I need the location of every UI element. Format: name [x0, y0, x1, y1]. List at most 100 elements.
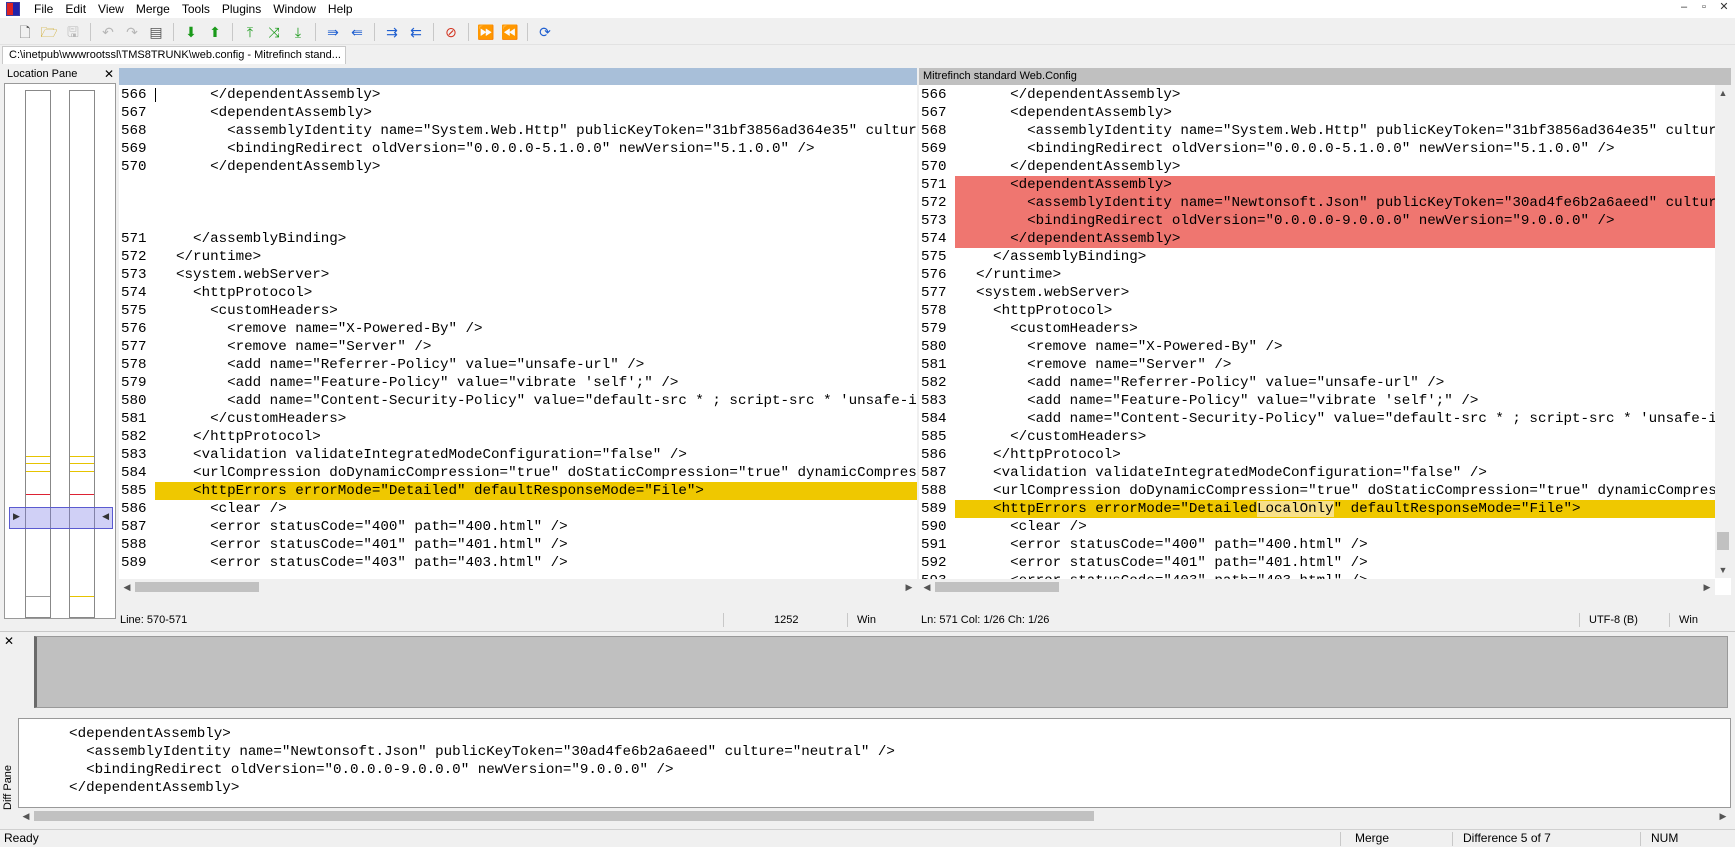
left-code-line[interactable]: 573 <system.webServer>	[119, 266, 917, 284]
right-code-line[interactable]: 566 </dependentAssembly>	[919, 86, 1715, 104]
menu-file[interactable]: File	[28, 0, 59, 18]
right-code-line[interactable]: 567 <dependentAssembly>	[919, 104, 1715, 122]
left-code-line[interactable]	[119, 194, 917, 212]
right-code-line[interactable]: 588 <urlCompression doDynamicCompression…	[919, 482, 1715, 500]
right-code-line[interactable]: 578 <httpProtocol>	[919, 302, 1715, 320]
left-code-line[interactable]: 578 <add name="Referrer-Policy" value="u…	[119, 356, 917, 374]
left-code-line[interactable]: 585 <httpErrors errorMode="Detailed" def…	[119, 482, 917, 500]
first-diff-icon[interactable]: ⤒	[239, 21, 261, 43]
right-code-line[interactable]: 591 <error statusCode="400" path="400.ht…	[919, 536, 1715, 554]
left-code-line[interactable]	[119, 176, 917, 194]
right-horizontal-scrollbar[interactable]: ◀ ▶	[919, 579, 1715, 595]
right-code-line[interactable]: 577 <system.webServer>	[919, 284, 1715, 302]
right-code-line[interactable]: 575 </assemblyBinding>	[919, 248, 1715, 266]
right-code-line[interactable]: 576 </runtime>	[919, 266, 1715, 284]
left-code-line[interactable]: 566 </dependentAssembly>	[119, 86, 917, 104]
left-code-line[interactable]: 568 <assemblyIdentity name="System.Web.H…	[119, 122, 917, 140]
right-code-line[interactable]: 583 <add name="Feature-Policy" value="vi…	[919, 392, 1715, 410]
right-code-line[interactable]: 571 <dependentAssembly>	[919, 176, 1715, 194]
left-code-line[interactable]: 586 <clear />	[119, 500, 917, 518]
left-code-line[interactable]: 587 <error statusCode="400" path="400.ht…	[119, 518, 917, 536]
left-code-line[interactable]: 571 </assemblyBinding>	[119, 230, 917, 248]
next-diff-icon[interactable]: ⬇	[180, 21, 202, 43]
left-code-line[interactable]: 579 <add name="Feature-Policy" value="vi…	[119, 374, 917, 392]
left-code-line[interactable]: 583 <validation validateIntegratedModeCo…	[119, 446, 917, 464]
right-code-line[interactable]: 592 <error statusCode="401" path="401.ht…	[919, 554, 1715, 572]
location-viewport[interactable]: ▶ ◀	[9, 507, 113, 529]
refresh-icon[interactable]: ⟳	[534, 21, 556, 43]
right-code-line[interactable]: 570 </dependentAssembly>	[919, 158, 1715, 176]
diff-pane-close-icon[interactable]: ✕	[4, 634, 14, 648]
right-code-line[interactable]: 568 <assemblyIdentity name="System.Web.H…	[919, 122, 1715, 140]
right-code-view[interactable]: 566 </dependentAssembly> 567 <dependentAs…	[919, 86, 1715, 590]
left-code-line[interactable]: 575 <customHeaders>	[119, 302, 917, 320]
minimize-icon[interactable]: –	[1677, 1, 1691, 15]
right-code-line[interactable]: 586 </httpProtocol>	[919, 446, 1715, 464]
prev-diff-icon[interactable]: ⬆	[204, 21, 226, 43]
left-code-line[interactable]: 582 </httpProtocol>	[119, 428, 917, 446]
right-code-line[interactable]: 574 </dependentAssembly>	[919, 230, 1715, 248]
left-horizontal-scrollbar[interactable]: ◀ ▶	[119, 579, 917, 595]
left-code-line[interactable]: 576 <remove name="X-Powered-By" />	[119, 320, 917, 338]
left-code-line[interactable]: 581 </customHeaders>	[119, 410, 917, 428]
location-pane-close-icon[interactable]: ✕	[104, 66, 114, 82]
delete-icon[interactable]: ⊘	[440, 21, 462, 43]
scroll-left-icon[interactable]: ◀	[18, 808, 34, 824]
menu-plugins[interactable]: Plugins	[216, 0, 267, 18]
document-tab[interactable]: C:\inetpub\wwwrootssl\TMS8TRUNK\web.conf…	[2, 46, 346, 64]
all-right-icon[interactable]: ⏩	[475, 21, 497, 43]
right-code-line[interactable]: 587 <validation validateIntegratedModeCo…	[919, 464, 1715, 482]
left-code-line[interactable]: 572 </runtime>	[119, 248, 917, 266]
scroll-up-icon[interactable]: ▲	[1715, 85, 1731, 101]
menu-help[interactable]: Help	[322, 0, 359, 18]
left-code-line[interactable]	[155, 88, 156, 102]
diff-pane-left-view[interactable]	[34, 636, 1728, 708]
left-code-view[interactable]: 566 </dependentAssembly> 567 <dependentAs…	[119, 86, 917, 572]
scroll-right-icon[interactable]: ▶	[1699, 579, 1715, 595]
scroll-thumb[interactable]	[1717, 532, 1729, 550]
diff-horizontal-scrollbar[interactable]: ◀ ▶	[18, 808, 1731, 824]
scroll-right-icon[interactable]: ▶	[1715, 808, 1731, 824]
close-icon[interactable]: ✕	[1717, 1, 1731, 15]
scroll-left-icon[interactable]: ◀	[919, 579, 935, 595]
menu-window[interactable]: Window	[267, 0, 322, 18]
right-file-pane[interactable]: Mitrefinch standard Web.Config 566 </dep…	[919, 68, 1731, 595]
all-left-icon[interactable]: ⏪	[499, 21, 521, 43]
left-code-line[interactable]: 588 <error statusCode="401" path="401.ht…	[119, 536, 917, 554]
copy-left-advance-icon[interactable]: ⇇	[405, 21, 427, 43]
right-code-line[interactable]: 581 <remove name="Server" />	[919, 356, 1715, 374]
left-code-line[interactable]: 589 <error statusCode="403" path="403.ht…	[119, 554, 917, 572]
copy-left-icon[interactable]: ⇚	[346, 21, 368, 43]
new-file-icon[interactable]: 🗋	[14, 21, 36, 43]
right-code-line[interactable]: 579 <customHeaders>	[919, 320, 1715, 338]
left-code-line[interactable]: 569 <bindingRedirect oldVersion="0.0.0.0…	[119, 140, 917, 158]
scroll-thumb[interactable]	[34, 811, 1094, 821]
menu-edit[interactable]: Edit	[59, 0, 92, 18]
menu-tools[interactable]: Tools	[176, 0, 216, 18]
copy-right-advance-icon[interactable]: ⇉	[381, 21, 403, 43]
right-code-line[interactable]: 585 </customHeaders>	[919, 428, 1715, 446]
menu-merge[interactable]: Merge	[130, 0, 176, 18]
diff-pane-right-view[interactable]: <dependentAssembly> <assemblyIdentity na…	[18, 718, 1731, 808]
scroll-right-icon[interactable]: ▶	[901, 579, 917, 595]
left-code-line[interactable]: 577 <remove name="Server" />	[119, 338, 917, 356]
right-code-line[interactable]: 572 <assemblyIdentity name="Newtonsoft.J…	[919, 194, 1715, 212]
right-code-line[interactable]: 582 <add name="Referrer-Policy" value="u…	[919, 374, 1715, 392]
scroll-left-icon[interactable]: ◀	[119, 579, 135, 595]
scroll-thumb[interactable]	[135, 582, 259, 592]
left-file-pane[interactable]: 566 </dependentAssembly> 567 <dependentAs…	[119, 68, 917, 595]
location-bar-left[interactable]	[25, 90, 51, 618]
menu-view[interactable]: View	[92, 0, 130, 18]
right-vertical-scrollbar[interactable]: ▲ ▼	[1715, 85, 1731, 578]
scroll-down-icon[interactable]: ▼	[1715, 562, 1731, 578]
right-code-line[interactable]: 580 <remove name="X-Powered-By" />	[919, 338, 1715, 356]
open-folder-icon[interactable]: 🗁	[38, 21, 60, 43]
location-bar-right[interactable]	[69, 90, 95, 618]
right-code-line[interactable]: 584 <add name="Content-Security-Policy" …	[919, 410, 1715, 428]
right-code-line[interactable]: 573 <bindingRedirect oldVersion="0.0.0.0…	[919, 212, 1715, 230]
current-diff-icon[interactable]: ⤨	[263, 21, 285, 43]
location-map[interactable]: ▶ ◀	[4, 83, 116, 619]
restore-icon[interactable]: ▫	[1697, 1, 1711, 15]
left-code-line[interactable]: 570 </dependentAssembly>	[119, 158, 917, 176]
scroll-thumb[interactable]	[935, 582, 1059, 592]
